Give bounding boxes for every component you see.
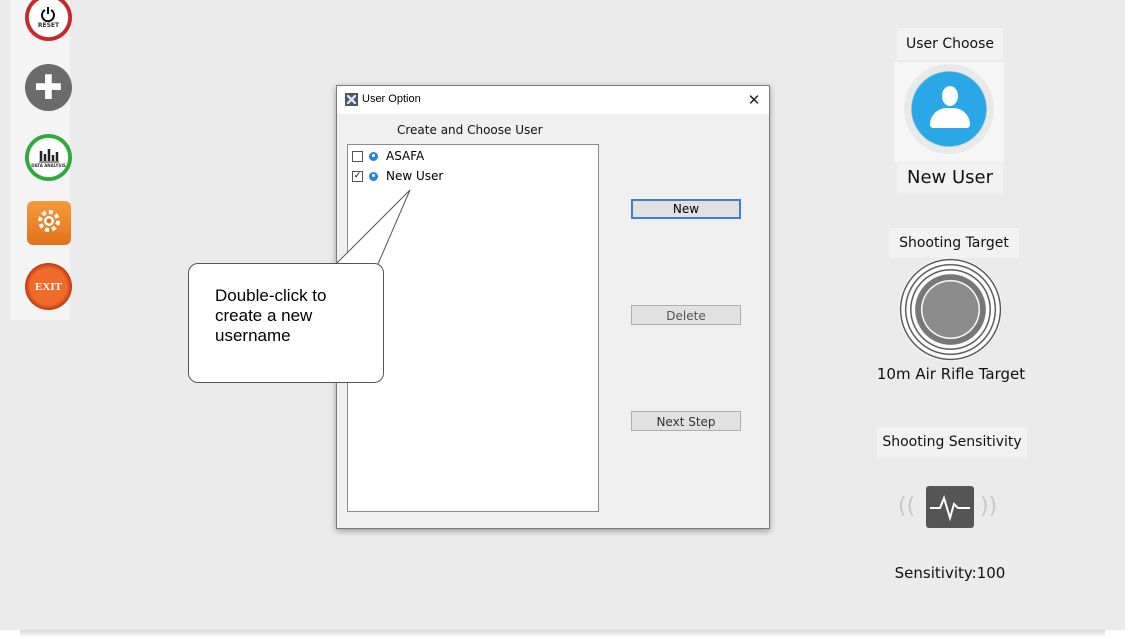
delete-button[interactable]: Delete	[631, 305, 741, 325]
list-item[interactable]: ASAFA	[352, 147, 424, 165]
new-button[interactable]: New	[631, 199, 741, 219]
list-caption: Create and Choose User	[397, 123, 543, 137]
user-list[interactable]: ASAFA ✓ New User	[347, 144, 599, 512]
user-option-dialog: User Option ✕ Create and Choose User ASA…	[336, 85, 770, 529]
checkbox[interactable]	[352, 150, 363, 162]
shooting-target-label: Shooting Target	[889, 228, 1019, 258]
wave-right-icon: ))	[980, 494, 998, 519]
dialog-titlebar[interactable]: User Option ✕	[337, 86, 769, 114]
left-toolbar: RESET ✚ DATA ANALYSIS EXIT	[10, 0, 72, 320]
app-icon	[345, 93, 358, 106]
exit-button[interactable]: EXIT	[25, 263, 72, 310]
power-icon: RESET	[38, 6, 59, 29]
dialog-title: User Option	[362, 93, 421, 105]
user-icon	[369, 171, 378, 181]
user-icon	[369, 151, 378, 161]
sensitivity-icon[interactable]	[926, 486, 974, 528]
checkbox[interactable]: ✓	[352, 170, 363, 182]
data-analysis-label: DATA ANALYSIS	[31, 163, 66, 168]
reset-label: RESET	[37, 22, 60, 29]
sensitivity-value: Sensitivity:100	[894, 564, 1006, 582]
target-name: 10m Air Rifle Target	[876, 365, 1026, 383]
target-icon[interactable]	[899, 258, 1002, 361]
data-analysis-button[interactable]: DATA ANALYSIS	[25, 134, 72, 181]
callout-text: Double-click to create a new username	[215, 286, 327, 345]
selected-user-name: New User	[897, 163, 1003, 193]
user-choose-label: User Choose	[897, 28, 1003, 60]
wave-left-icon: ((	[898, 494, 916, 519]
settings-button[interactable]	[27, 201, 71, 245]
user-name: New User	[386, 169, 444, 183]
exit-icon: EXIT	[35, 280, 62, 293]
add-button[interactable]: ✚	[25, 64, 72, 111]
next-step-button[interactable]: Next Step	[631, 411, 741, 431]
hint-callout: Double-click to create a new username	[188, 263, 384, 383]
user-name: ASAFA	[386, 149, 425, 163]
user-avatar-icon	[904, 64, 994, 154]
list-item[interactable]: ✓ New User	[352, 167, 443, 185]
close-button[interactable]: ✕	[741, 88, 767, 112]
reset-button[interactable]: RESET	[25, 0, 72, 41]
plus-icon: ✚	[34, 67, 63, 108]
shooting-sensitivity-label: Shooting Sensitivity	[877, 427, 1027, 457]
chart-icon: DATA ANALYSIS	[31, 147, 66, 168]
user-avatar-button[interactable]	[894, 62, 1004, 162]
gear-icon	[35, 207, 63, 239]
